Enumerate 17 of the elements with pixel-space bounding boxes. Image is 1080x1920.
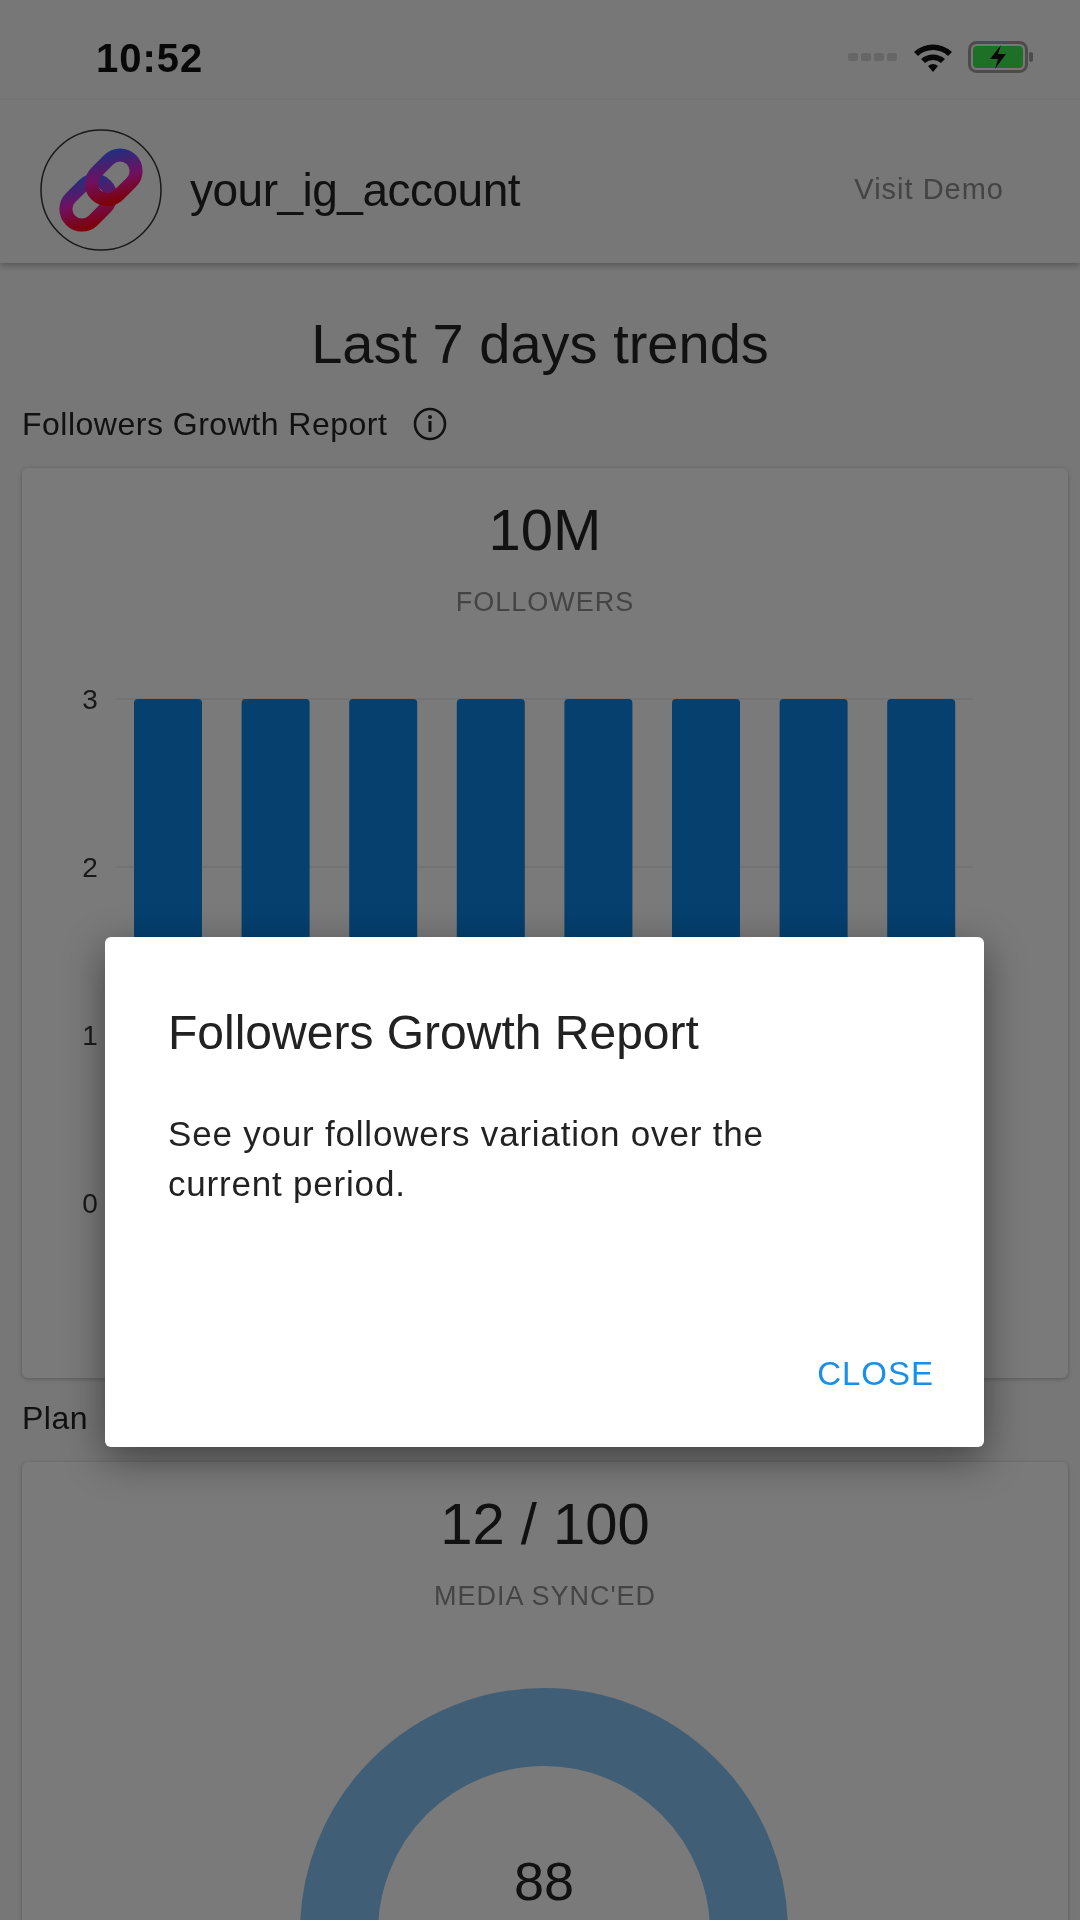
axis-tick-label: 0 [82,1188,98,1219]
section-label: Plan [22,1399,89,1437]
close-button[interactable]: CLOSE [817,1351,934,1397]
stat-value: 12 / 100 [440,1490,650,1558]
dialog-message: See your followers variation over the current period. [168,1113,765,1205]
axis-tick-label: 1 [82,1020,98,1051]
donut-chart-drawing: 88 [22,1612,1068,1920]
section-label: Followers Growth Report [22,405,388,443]
account-name: your_ig_account [190,162,522,217]
stat-value: 10M [488,496,602,564]
battery-charging-icon [968,41,1034,73]
axis-tick-label: 3 [82,684,98,715]
info-icon[interactable] [413,407,448,441]
page-title: Last 7 days trends [311,311,769,376]
dialog-title: Followers Growth Report [168,1005,700,1061]
axis-tick-label: 2 [82,852,98,883]
clock-time: 10:52 [96,35,204,81]
